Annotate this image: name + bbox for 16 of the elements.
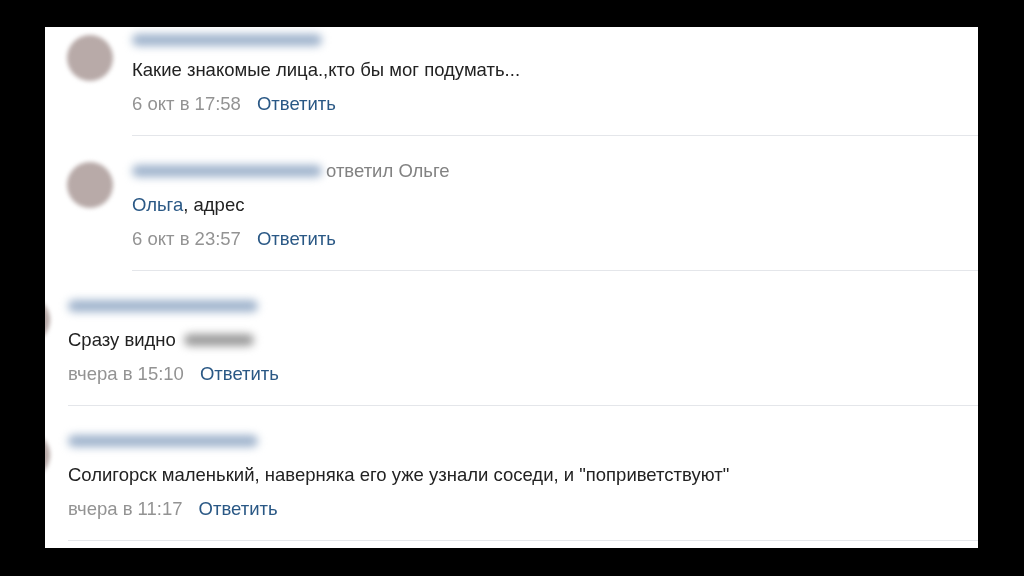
comment-text: , адрес — [183, 194, 245, 216]
avatar — [67, 35, 113, 81]
reply-link[interactable]: Ответить — [256, 93, 336, 115]
avatar — [67, 162, 113, 208]
comment-text: Солигорск маленький, наверняка его уже узнали соседи, и "поприветствуют" — [68, 464, 730, 486]
comment-date: 6 окт в 23:57 — [132, 228, 241, 250]
reply-link[interactable]: Ответить — [256, 228, 336, 250]
reply-to-label: ответил Ольге — [326, 160, 450, 182]
comment-date: 6 окт в 17:58 — [132, 93, 241, 115]
mention-link[interactable]: Ольга — [132, 194, 184, 216]
comment-date: вчера в 11:17 — [68, 498, 183, 520]
reply-link[interactable]: Ответить — [199, 363, 279, 385]
comment-text: Сразу видно — [68, 329, 176, 351]
comment-date: вчера в 15:10 — [68, 363, 184, 385]
reply-link[interactable]: Ответить — [198, 498, 278, 520]
comment-text: Какие знакомые лица.,кто бы мог подумать... — [132, 59, 521, 81]
